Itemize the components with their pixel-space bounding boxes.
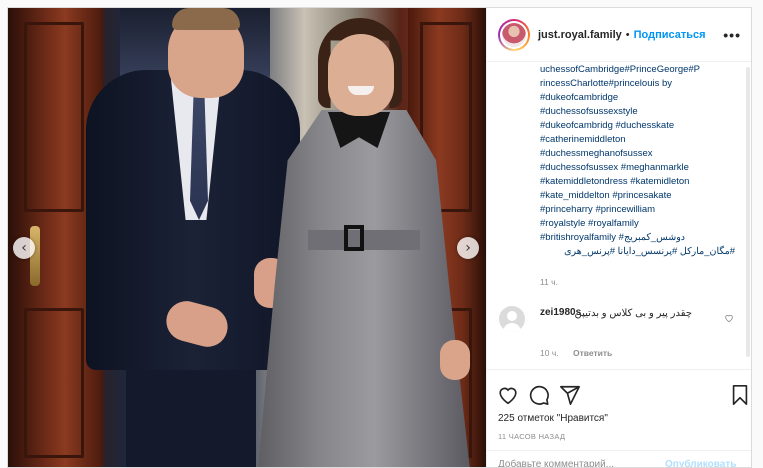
caption-time: 11 ч. (540, 277, 558, 287)
heart-icon-svg (499, 387, 517, 405)
caption-line[interactable]: #princeharry #princewilliam (540, 203, 735, 217)
caption-line[interactable]: #duchessofsussex #meghanmarkle (540, 161, 735, 175)
comment-time: 10 ч. (540, 348, 559, 358)
comment-text: چقدر پیر و بی کلاس و بدتیپن (574, 308, 692, 319)
add-comment-input[interactable] (498, 459, 658, 467)
woman-head (328, 34, 394, 116)
publish-button[interactable]: Опубликовать (665, 459, 736, 467)
woman-belt (308, 230, 420, 250)
door-panel (24, 22, 84, 212)
caption-line[interactable]: uchessofCambridge#PrinceGeorge#P (540, 63, 735, 77)
post-caption: uchessofCambridge#PrinceGeorge#P rincess… (540, 63, 735, 259)
caption-text[interactable]: rincessCharlotte#princelouis by (540, 78, 672, 89)
follow-button[interactable]: Подписаться (634, 29, 706, 41)
comments-scrollbar[interactable] (746, 67, 750, 357)
man-hair (172, 8, 240, 30)
bookmark-icon-svg (732, 385, 748, 405)
likes-count[interactable]: 225 отметок "Нравится" (498, 413, 608, 424)
door-panel (24, 308, 84, 458)
caption-line[interactable]: #مگان_مارکل #پرنسس_دایانا #پرنس_هری (540, 245, 735, 259)
belt-buckle (344, 225, 364, 251)
caption-line[interactable]: #dukeofcambridg #duchesskate (540, 119, 735, 133)
woman-hand (440, 340, 470, 380)
post-actions: 225 отметок "Нравится" 11 ЧАСОВ НАЗАД Оп… (487, 369, 751, 467)
caption-line[interactable]: #duchessofsussexstyle (540, 105, 735, 119)
carousel-next-button[interactable]: › (457, 237, 479, 259)
carousel-prev-button[interactable]: ‹ (13, 237, 35, 259)
comment-icon[interactable] (528, 384, 550, 406)
post-photo[interactable]: ‹ › (8, 8, 486, 467)
caption-line[interactable]: rincessCharlotte#princelouis by (540, 77, 735, 91)
caption-line[interactable]: #royalstyle #royalfamily (540, 217, 735, 231)
reply-button[interactable]: Ответить (573, 348, 612, 358)
caption-line[interactable]: #catherinemiddleton (540, 133, 735, 147)
caption-line[interactable]: #dukeofcambridge (540, 91, 735, 105)
heart-icon[interactable] (497, 384, 519, 406)
comments-area[interactable]: uchessofCambridge#PrinceGeorge#P rincess… (487, 63, 751, 369)
post-sidebar: just.royal.family • Подписаться ••• uche… (486, 8, 751, 467)
post-username[interactable]: just.royal.family (538, 29, 622, 41)
post-modal: ‹ › just.royal.family • Подписаться ••• … (7, 7, 752, 468)
more-options-icon[interactable]: ••• (723, 27, 741, 43)
avatar-image (502, 22, 526, 47)
caption-line[interactable]: #kate_middelton #princesakate (540, 189, 735, 203)
comment-like-icon[interactable] (724, 313, 734, 325)
share-icon-svg (560, 385, 580, 405)
commenter-avatar[interactable] (499, 306, 525, 332)
heart-outline-icon (725, 314, 733, 323)
profile-avatar[interactable] (498, 18, 530, 51)
caption-line[interactable]: #britishroyalfamily #دوشس_کمبریج (540, 231, 735, 245)
bookmark-icon[interactable] (729, 384, 751, 406)
separator-dot: • (625, 28, 630, 41)
post-timestamp: 11 ЧАСОВ НАЗАД (498, 432, 566, 441)
avatar-frame (500, 20, 528, 49)
add-comment-row: Опубликовать (487, 450, 751, 467)
comment-icon-svg (529, 385, 549, 405)
share-icon[interactable] (559, 384, 581, 406)
caption-line[interactable]: #katemiddletondress #katemidleton (540, 175, 735, 189)
caption-line[interactable]: #duchessmeghanofsussex (540, 147, 735, 161)
post-header: just.royal.family • Подписаться ••• (487, 8, 751, 62)
